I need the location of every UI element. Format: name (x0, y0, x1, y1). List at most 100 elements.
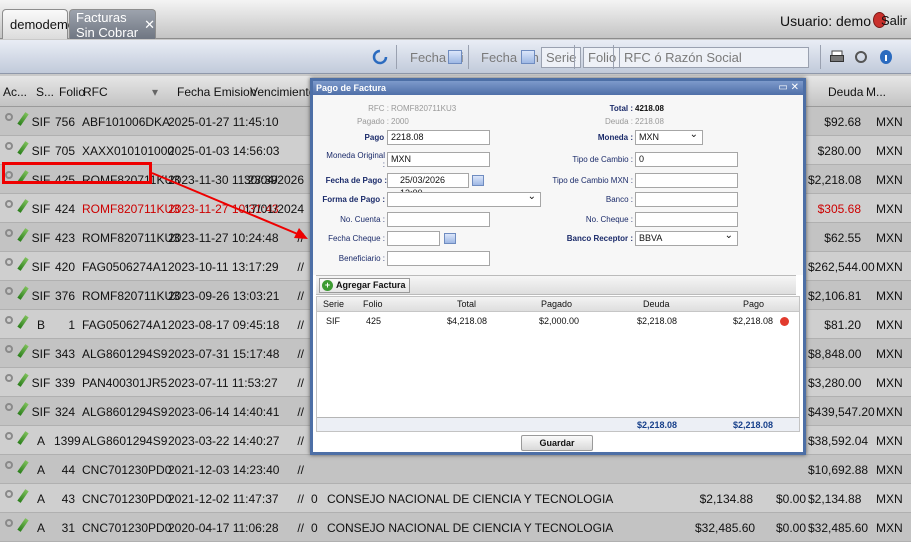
guardar-button[interactable]: Guardar (521, 435, 593, 451)
moneda-select[interactable]: MXN (635, 128, 703, 145)
cell-moneda: MXN (876, 144, 903, 158)
edit-icon[interactable] (17, 141, 29, 155)
col-acciones[interactable]: Ac... (3, 85, 27, 99)
pago-input[interactable]: 2218.08 (387, 130, 490, 145)
view-icon[interactable] (5, 287, 13, 295)
view-icon[interactable] (5, 374, 13, 382)
search-input[interactable]: RFC ó Razón Social (619, 47, 809, 68)
cell-moneda: MXN (876, 492, 903, 506)
cell-fecha-emision: 2025-01-27 11:45:10 (168, 115, 279, 129)
cell-folio: 1 (68, 318, 75, 332)
cell-total: $32,485.60 (695, 521, 756, 535)
edit-icon[interactable] (17, 257, 29, 271)
edit-icon[interactable] (17, 373, 29, 387)
print-icon[interactable] (827, 47, 847, 67)
folio-input[interactable]: Folio (583, 47, 622, 68)
edit-icon[interactable] (17, 518, 29, 532)
cell-vencimiento: // (297, 347, 304, 361)
cell-folio: 43 (61, 492, 75, 506)
cell-moneda: MXN (876, 318, 903, 332)
invoice-grid: Serie Folio Total Pagado Deuda Pago SIF … (316, 296, 800, 432)
beneficiario-input[interactable] (387, 251, 490, 266)
edit-icon[interactable] (17, 228, 29, 242)
remove-icon[interactable] (780, 317, 789, 326)
view-icon[interactable] (5, 490, 13, 498)
refresh-icon[interactable] (370, 47, 390, 67)
edit-icon[interactable] (17, 286, 29, 300)
cell-rfc: CNC701230PD0 (82, 492, 172, 506)
cell-serie: SIF (31, 144, 51, 158)
settings-icon[interactable] (851, 47, 871, 67)
col-fecha-emision[interactable]: Fecha Emision (177, 85, 256, 99)
table-row[interactable]: A 44 CNC701230PD0 2021-12-03 14:23:40//$10,… (0, 455, 911, 484)
serie-input[interactable]: Serie (541, 47, 582, 68)
banco-receptor-select[interactable]: BBVA (635, 229, 738, 246)
cell-deuda: $305.68 (817, 202, 861, 216)
rfc-value: ROMF820711KU3 (391, 104, 457, 113)
forma-pago-select[interactable] (387, 190, 541, 207)
logout-link[interactable]: Salir (881, 13, 907, 28)
view-icon[interactable] (5, 432, 13, 440)
moneda-original-input[interactable]: MXN (387, 152, 490, 167)
invoice-grid-header: Serie Folio Total Pagado Deuda Pago (317, 297, 799, 312)
col-serie[interactable]: S... (36, 85, 54, 99)
view-icon[interactable] (5, 258, 13, 266)
col-deuda[interactable]: Deuda (828, 85, 863, 99)
edit-icon[interactable] (17, 112, 29, 126)
view-icon[interactable] (5, 200, 13, 208)
calendar-icon[interactable] (472, 175, 484, 186)
cell-folio: 424 (54, 202, 75, 216)
calendar-icon[interactable] (444, 233, 456, 244)
edit-icon[interactable] (17, 489, 29, 503)
cell-vencimiento: // (297, 376, 304, 390)
tab-facturas-sin-cobrar[interactable]: Facturas Sin Cobrar ✕ (69, 9, 156, 40)
view-icon[interactable] (5, 403, 13, 411)
cell-deuda: $3,280.00 (808, 376, 862, 390)
no-cuenta-input[interactable] (387, 212, 490, 227)
no-cheque-input[interactable] (635, 212, 738, 227)
cell-rfc: ABF101006DKA (82, 115, 171, 129)
line-pago[interactable]: $2,218.08 (713, 316, 773, 326)
cell-serie: A (36, 463, 45, 477)
view-icon[interactable] (5, 519, 13, 527)
edit-icon[interactable] (17, 402, 29, 416)
fecha-pago-input[interactable]: 25/03/2026 12:00 (387, 173, 469, 198)
view-icon[interactable] (5, 229, 13, 237)
banco-input[interactable] (635, 192, 738, 207)
col-rfc[interactable]: RFC (83, 85, 108, 99)
fecha-cheque-input[interactable] (387, 231, 440, 246)
calendar-icon[interactable] (448, 50, 462, 64)
tab-home[interactable]: demodemo2 (2, 9, 82, 39)
col-moneda[interactable]: M... (866, 85, 886, 99)
cell-folio: 420 (54, 260, 75, 274)
agregar-factura-button[interactable]: + Agregar Factura (319, 278, 410, 293)
cell-serie: SIF (31, 260, 51, 274)
col-folio[interactable]: Folio (59, 85, 85, 99)
view-icon[interactable] (5, 345, 13, 353)
close-tab-icon[interactable]: ✕ (144, 17, 155, 33)
col-vencimiento[interactable]: Vencimiento (250, 85, 315, 99)
edit-icon[interactable] (17, 344, 29, 358)
pagado-label: Pagado : (356, 117, 389, 126)
edit-icon[interactable] (17, 199, 29, 213)
sort-icon[interactable]: ▾ (152, 85, 158, 99)
edit-icon[interactable] (17, 315, 29, 329)
view-icon[interactable] (5, 461, 13, 469)
cell-serie: SIF (31, 376, 51, 390)
table-row[interactable]: A 31 CNC701230PD0 2020-04-17 11:06:28//0 CON… (0, 513, 911, 542)
cell-razon-social: CONSEJO NACIONAL DE CIENCIA Y TECNOLOGIA (327, 521, 614, 535)
fecha-cheque-label: Fecha Cheque : (328, 234, 385, 243)
view-icon[interactable] (5, 142, 13, 150)
calendar-icon[interactable] (521, 50, 535, 64)
info-icon[interactable] (876, 47, 896, 67)
close-icon[interactable]: ▭ ✕ (778, 81, 799, 95)
tipo-cambio-input[interactable]: 0 (635, 152, 738, 167)
edit-icon[interactable] (17, 460, 29, 474)
tipo-cambio-mxn-input[interactable] (635, 173, 738, 188)
cell-deuda: $8,848.00 (808, 347, 862, 361)
view-icon[interactable] (5, 113, 13, 121)
table-row[interactable]: A 43 CNC701230PD0 2021-12-02 11:47:37//0 CON… (0, 484, 911, 513)
view-icon[interactable] (5, 316, 13, 324)
edit-icon[interactable] (17, 431, 29, 445)
banco-label: Banco : (605, 195, 633, 204)
